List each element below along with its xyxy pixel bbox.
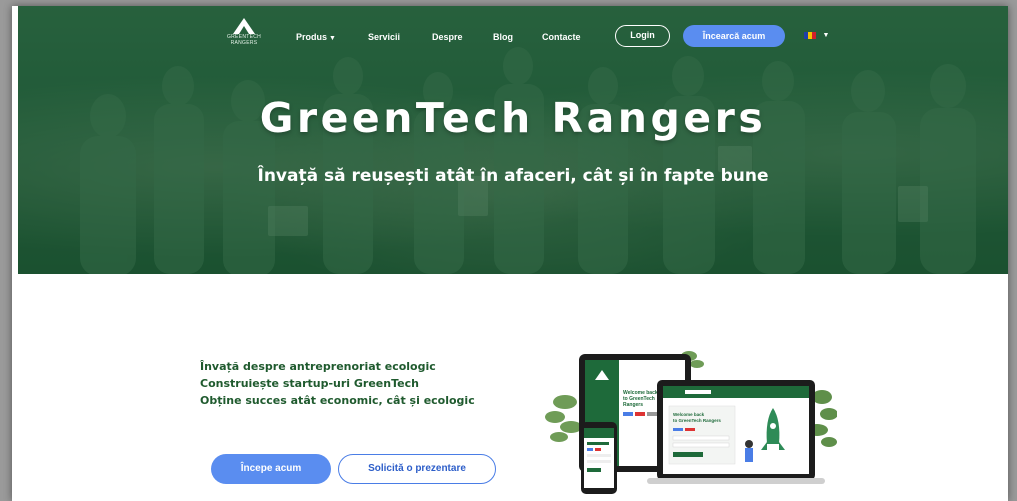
try-now-button[interactable]: Încearcă acum [683,25,785,47]
nav-item-produs[interactable]: Produs ▼ [296,32,336,42]
logo-text-line2: RANGERS [230,40,258,46]
mountain-logo-icon [233,18,255,34]
svg-text:Welcome back: Welcome back [673,412,705,417]
feature-list: Învață despre antreprenoriat ecologic Co… [200,358,475,409]
login-button[interactable]: Login [615,25,670,47]
language-selector[interactable]: ▼ [804,32,830,42]
svg-text:to GreenTech Rangers: to GreenTech Rangers [673,418,721,423]
device-mockup-image: Welcome back to GreenTech Rangers Welcom… [545,351,837,494]
nav-item-label: Servicii [368,32,401,42]
svg-text:Rangers: Rangers [623,402,643,408]
feature-item: Învață despre antreprenoriat ecologic [200,360,436,373]
nav-item-despre[interactable]: Despre [432,32,463,42]
chevron-down-icon: ▼ [329,35,336,42]
top-navigation: GREENTECH RANGERS Produs ▼ Servicii Despr… [18,18,1008,58]
hero-subtitle: Învață să reușești atât în afaceri, cât … [257,166,769,186]
nav-item-servicii[interactable]: Servicii [368,32,400,42]
nav-item-contacte[interactable]: Contacte [542,32,581,42]
brand-logo[interactable]: GREENTECH RANGERS [226,18,262,58]
nav-item-blog[interactable]: Blog [493,32,513,42]
request-demo-button[interactable]: Solicită o prezentare [338,454,496,484]
feature-item: Construiește startup-uri GreenTech [200,377,419,390]
feature-item: Obține succes atât economic, cât și ecol… [200,394,475,407]
start-now-button[interactable]: Începe acum [211,454,331,484]
nav-item-label: Contacte [542,32,581,42]
hero-title: GreenTech Rangers [259,94,767,142]
nav-item-label: Produs [296,32,328,42]
hero-section: GREENTECH RANGERS Produs ▼ Servicii Despr… [18,6,1008,274]
nav-item-label: Blog [493,32,513,42]
chevron-down-icon: ▼ [822,32,830,39]
browser-frame: GREENTECH RANGERS Produs ▼ Servicii Despr… [12,6,1008,501]
nav-item-label: Despre [432,32,463,42]
